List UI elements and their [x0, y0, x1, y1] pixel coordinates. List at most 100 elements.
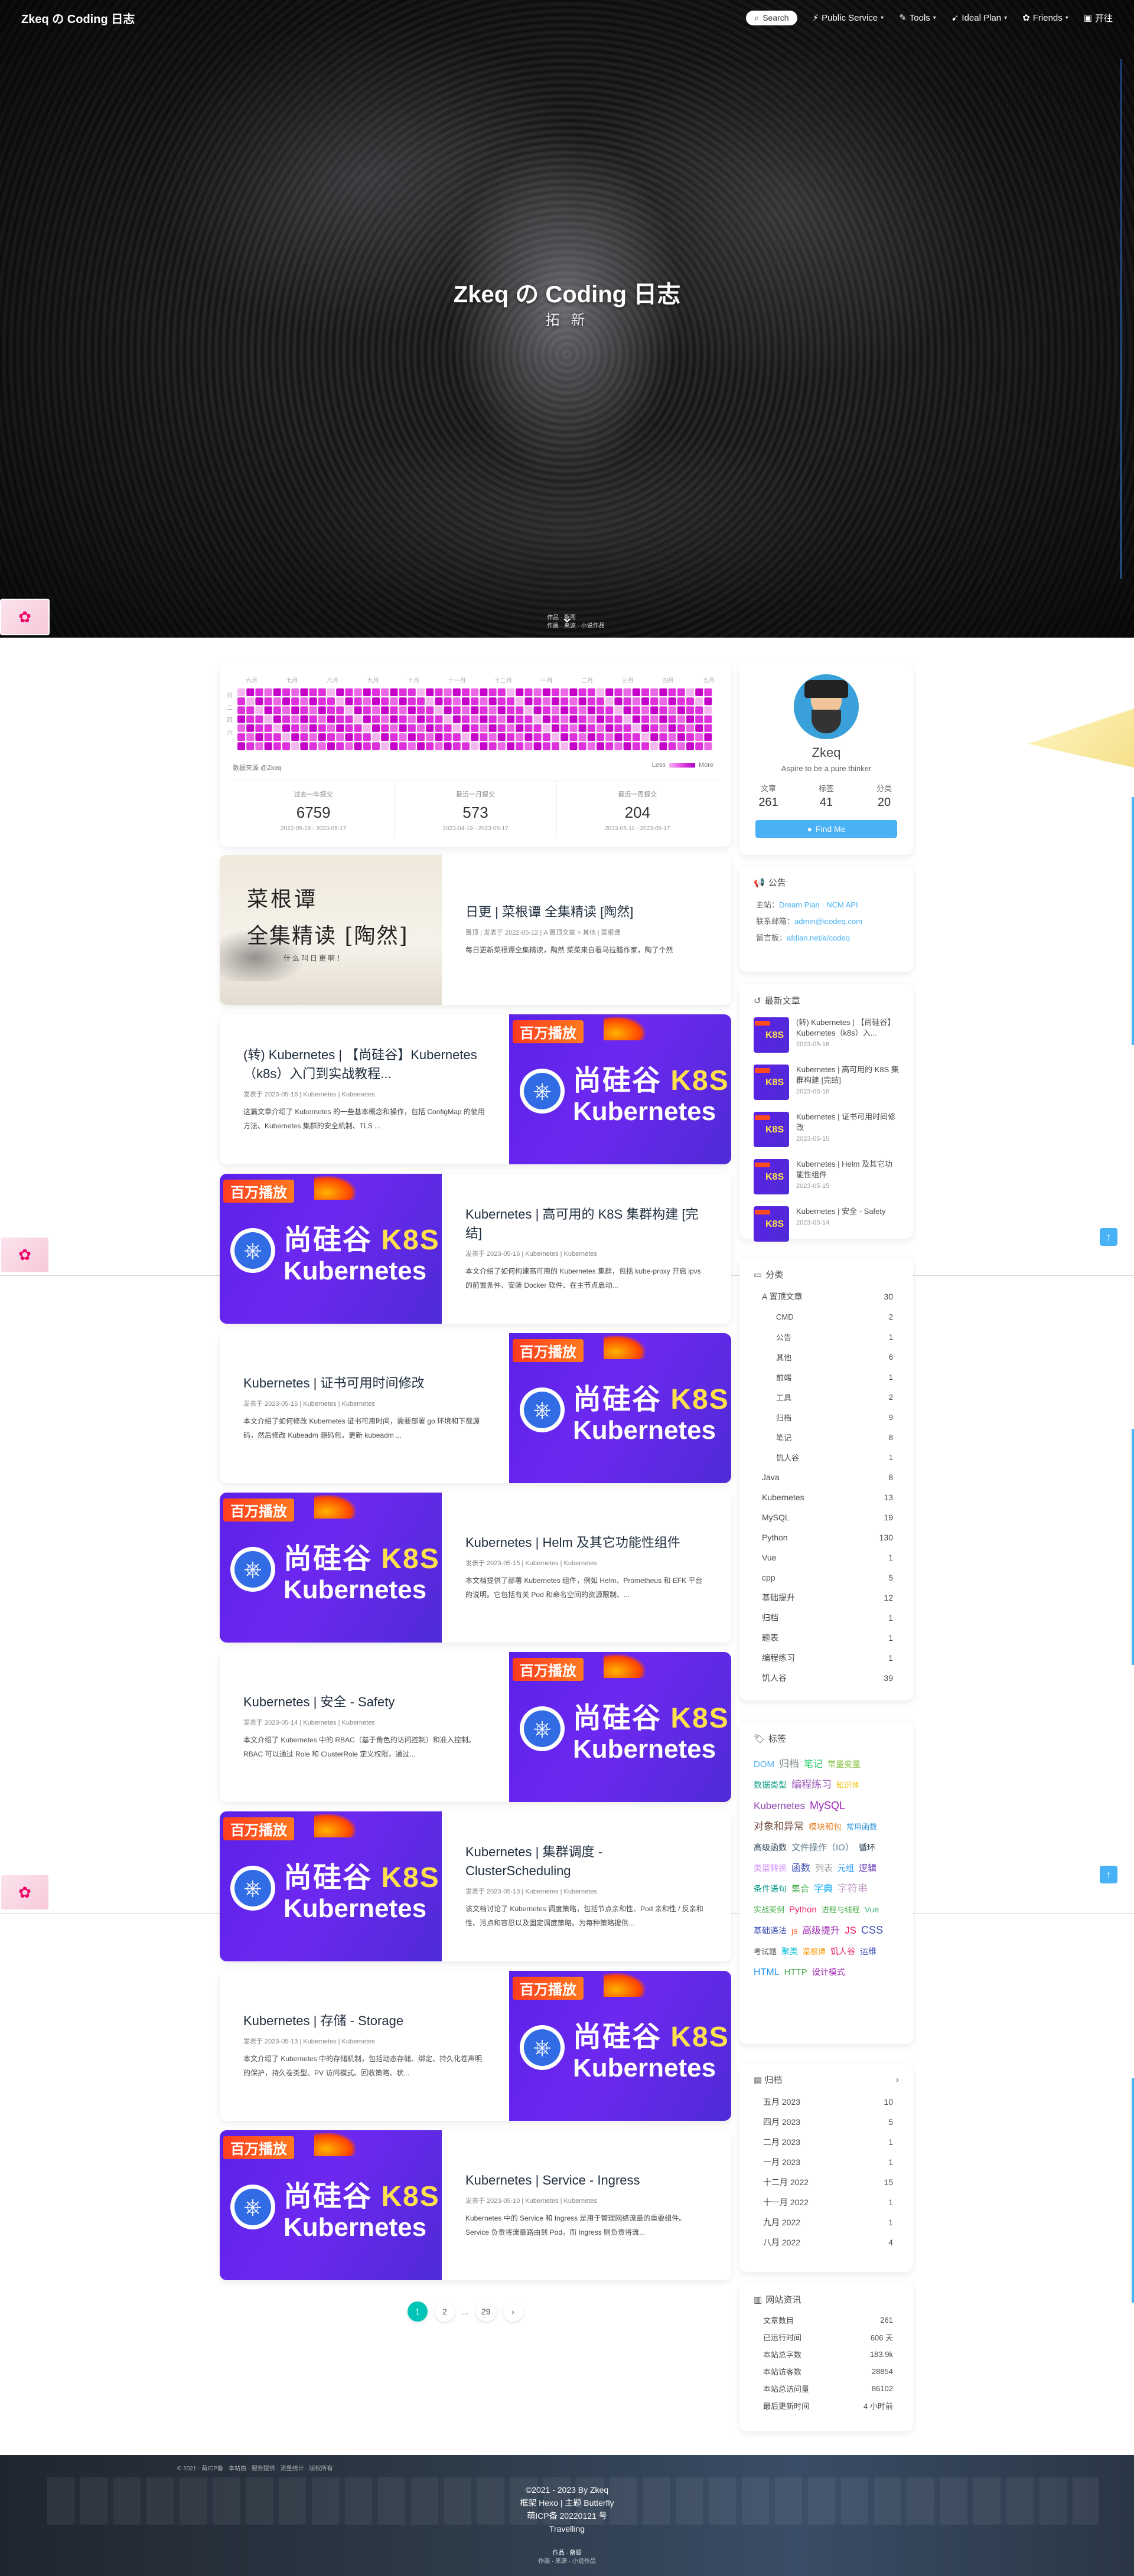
- post-cover[interactable]: 百万播放 ⎈ 尚硅谷 K8S Kubernetes: [220, 1174, 442, 1324]
- post-cover[interactable]: 百万播放 ⎈ 尚硅谷 K8S Kubernetes: [220, 2130, 442, 2280]
- category-item[interactable]: 饥人谷 1: [739, 1447, 913, 1467]
- post-card[interactable]: 百万播放 ⎈ 尚硅谷 K8S Kubernetes Kubernetes | 集群调度 …: [220, 1811, 731, 1961]
- tag-link[interactable]: 常用函数: [846, 1817, 877, 1837]
- category-item[interactable]: A 置顶文章 30: [739, 1287, 913, 1307]
- tag-link[interactable]: 类型转换: [754, 1858, 787, 1878]
- post-cover[interactable]: 百万播放 ⎈ 尚硅谷 K8S Kubernetes: [220, 1493, 442, 1643]
- tag-link[interactable]: HTTP: [784, 1963, 807, 1983]
- post-card[interactable]: Kubernetes | 证书可用时间修改 发表于 2023-05-15 | Ku…: [220, 1333, 731, 1483]
- menu-friends[interactable]: ✿ Friends ▾: [1022, 12, 1068, 24]
- post-title[interactable]: Kubernetes | 高可用的 K8S 集群构建 [完结]: [465, 1205, 708, 1243]
- back-to-top-button[interactable]: ↑: [1100, 1228, 1117, 1246]
- floating-avatar[interactable]: ✿: [0, 1236, 50, 1273]
- category-item[interactable]: 饥人谷 39: [739, 1668, 913, 1688]
- announce-link[interactable]: admin@icodeq.com: [794, 917, 862, 926]
- count-tags[interactable]: 标签 41: [797, 782, 855, 809]
- count-articles[interactable]: 文章 261: [739, 782, 797, 809]
- tag-link[interactable]: 考试题: [754, 1942, 777, 1962]
- post-title[interactable]: Kubernetes | 安全 - Safety: [243, 1693, 485, 1712]
- tag-link[interactable]: Python: [789, 1900, 817, 1920]
- tag-link[interactable]: 逻辑: [859, 1859, 876, 1879]
- post-card[interactable]: 菜根谭 全集精读 [陶然] 什么叫日更啊！ 日更 | 菜根谭 全集精读 [陶然] 置顶 …: [220, 855, 731, 1005]
- archive-item[interactable]: 八月 2022 4: [739, 2232, 913, 2252]
- post-title[interactable]: (转) Kubernetes | 【尚硅谷】Kubernetes（k8s）入门到…: [243, 1046, 485, 1083]
- archive-item[interactable]: 十二月 2022 15: [739, 2172, 913, 2192]
- announce-link[interactable]: afdian.net/a/codeq: [787, 933, 850, 942]
- post-cover[interactable]: 百万播放 ⎈ 尚硅谷 K8S Kubernetes: [509, 1333, 731, 1483]
- tag-link[interactable]: 基础语法: [754, 1921, 787, 1941]
- post-title[interactable]: Kubernetes | Helm 及其它功能性组件: [465, 1533, 708, 1552]
- post-title[interactable]: Kubernetes | Service - Ingress: [465, 2171, 708, 2190]
- tag-link[interactable]: 知识体: [836, 1775, 859, 1795]
- recent-post-title[interactable]: Kubernetes | Helm 及其它功能性组件: [796, 1159, 899, 1180]
- tag-link[interactable]: 元组: [838, 1858, 854, 1878]
- post-card[interactable]: (转) Kubernetes | 【尚硅谷】Kubernetes（k8s）入门到…: [220, 1014, 731, 1164]
- tag-link[interactable]: 设计模式: [812, 1962, 845, 1982]
- find-me-button[interactable]: ● Find Me: [755, 820, 897, 838]
- recent-post-item[interactable]: Kubernetes | 高可用的 K8S 集群构建 [完结] 2023-05-1…: [739, 1060, 913, 1107]
- post-cover[interactable]: 百万播放 ⎈ 尚硅谷 K8S Kubernetes: [509, 1014, 731, 1164]
- tag-link[interactable]: 进程与线程: [822, 1900, 860, 1920]
- post-cover[interactable]: 菜根谭 全集精读 [陶然] 什么叫日更啊！: [220, 855, 442, 1005]
- post-cover[interactable]: 百万播放 ⎈ 尚硅谷 K8S Kubernetes: [509, 1971, 731, 2121]
- page-button[interactable]: 2: [435, 2301, 455, 2322]
- recent-post-title[interactable]: Kubernetes | 安全 - Safety: [796, 1206, 886, 1217]
- chevron-right-icon[interactable]: ›: [896, 2075, 899, 2085]
- tag-link[interactable]: 数据类型: [754, 1775, 787, 1795]
- post-cover[interactable]: 百万播放 ⎈ 尚硅谷 K8S Kubernetes: [220, 1811, 442, 1961]
- tag-link[interactable]: 实战案例: [754, 1900, 784, 1920]
- archive-item[interactable]: 一月 2023 1: [739, 2152, 913, 2172]
- category-item[interactable]: Java 8: [739, 1467, 913, 1487]
- tag-link[interactable]: MySQL: [810, 1795, 845, 1816]
- tag-link[interactable]: 运维: [860, 1941, 876, 1961]
- footer-travelling[interactable]: Travelling: [0, 2522, 1134, 2535]
- tag-link[interactable]: 循环: [859, 1837, 875, 1857]
- tag-link[interactable]: 模块和包: [809, 1817, 842, 1837]
- back-to-top-button[interactable]: ↑: [1100, 1866, 1117, 1883]
- recent-post-item[interactable]: (转) Kubernetes | 【尚硅谷】Kubernetes（k8s）入..…: [739, 1013, 913, 1060]
- tag-link[interactable]: 文件操作（IO）: [791, 1838, 854, 1858]
- tag-link[interactable]: 字典: [814, 1879, 833, 1899]
- category-item[interactable]: 编程练习 1: [739, 1648, 913, 1668]
- recent-post-thumb[interactable]: [754, 1065, 789, 1100]
- category-item[interactable]: 归档 1: [739, 1608, 913, 1628]
- post-card[interactable]: 百万播放 ⎈ 尚硅谷 K8S Kubernetes Kubernetes | Helm …: [220, 1493, 731, 1643]
- archive-item[interactable]: 十一月 2022 1: [739, 2192, 913, 2212]
- archive-item[interactable]: 九月 2022 1: [739, 2212, 913, 2232]
- tag-link[interactable]: 条件语句: [754, 1879, 787, 1899]
- category-item[interactable]: Vue 1: [739, 1547, 913, 1568]
- category-item[interactable]: MySQL 19: [739, 1507, 913, 1527]
- tag-link[interactable]: 归档: [779, 1754, 799, 1774]
- tag-link[interactable]: 字符串: [838, 1879, 868, 1899]
- announce-link[interactable]: Dream Plan · NCM API: [779, 900, 858, 909]
- recent-post-title[interactable]: (转) Kubernetes | 【尚硅谷】Kubernetes（k8s）入..…: [796, 1017, 899, 1039]
- menu-travel[interactable]: ▣ 开往: [1084, 12, 1113, 24]
- category-item[interactable]: 工具 2: [739, 1387, 913, 1407]
- category-item[interactable]: 笔记 8: [739, 1427, 913, 1447]
- page-button[interactable]: 29: [475, 2301, 496, 2322]
- search-button[interactable]: ⌕ Search: [746, 10, 797, 25]
- tag-link[interactable]: 编程练习: [791, 1775, 832, 1795]
- tag-link[interactable]: 常量变量: [827, 1754, 861, 1774]
- tag-link[interactable]: 笔记: [804, 1755, 823, 1775]
- recent-post-item[interactable]: Kubernetes | 证书可用时间修改 2023-05-15: [739, 1107, 913, 1154]
- post-title[interactable]: Kubernetes | 证书可用时间修改: [243, 1374, 485, 1393]
- tag-link[interactable]: CSS: [861, 1920, 883, 1940]
- category-item[interactable]: 归档 9: [739, 1407, 913, 1427]
- tag-link[interactable]: js: [791, 1921, 797, 1941]
- footer-icp[interactable]: 萌ICP备 20220121 号: [0, 2509, 1134, 2522]
- scroll-down-icon[interactable]: ⌄: [555, 608, 579, 626]
- recent-post-thumb[interactable]: [754, 1112, 789, 1147]
- recent-post-title[interactable]: Kubernetes | 高可用的 K8S 集群构建 [完结]: [796, 1065, 899, 1086]
- tag-link[interactable]: 高级提升: [802, 1921, 840, 1941]
- floating-avatar[interactable]: ✿: [0, 1874, 50, 1911]
- tag-link[interactable]: 菜根谭: [803, 1942, 826, 1962]
- post-cover[interactable]: 百万播放 ⎈ 尚硅谷 K8S Kubernetes: [509, 1652, 731, 1802]
- page-button[interactable]: 1: [408, 2301, 428, 2322]
- post-card[interactable]: Kubernetes | 安全 - Safety 发表于 2023-05-14 |…: [220, 1652, 731, 1802]
- menu-public-service[interactable]: ⚡ Public Service ▾: [813, 12, 884, 24]
- post-title[interactable]: Kubernetes | 存储 - Storage: [243, 2012, 485, 2030]
- footer-framework[interactable]: 框架 Hexo | 主题 Butterfly: [0, 2496, 1134, 2509]
- site-title[interactable]: Zkeq の Coding 日志: [21, 9, 746, 27]
- count-categories[interactable]: 分类 20: [855, 782, 913, 809]
